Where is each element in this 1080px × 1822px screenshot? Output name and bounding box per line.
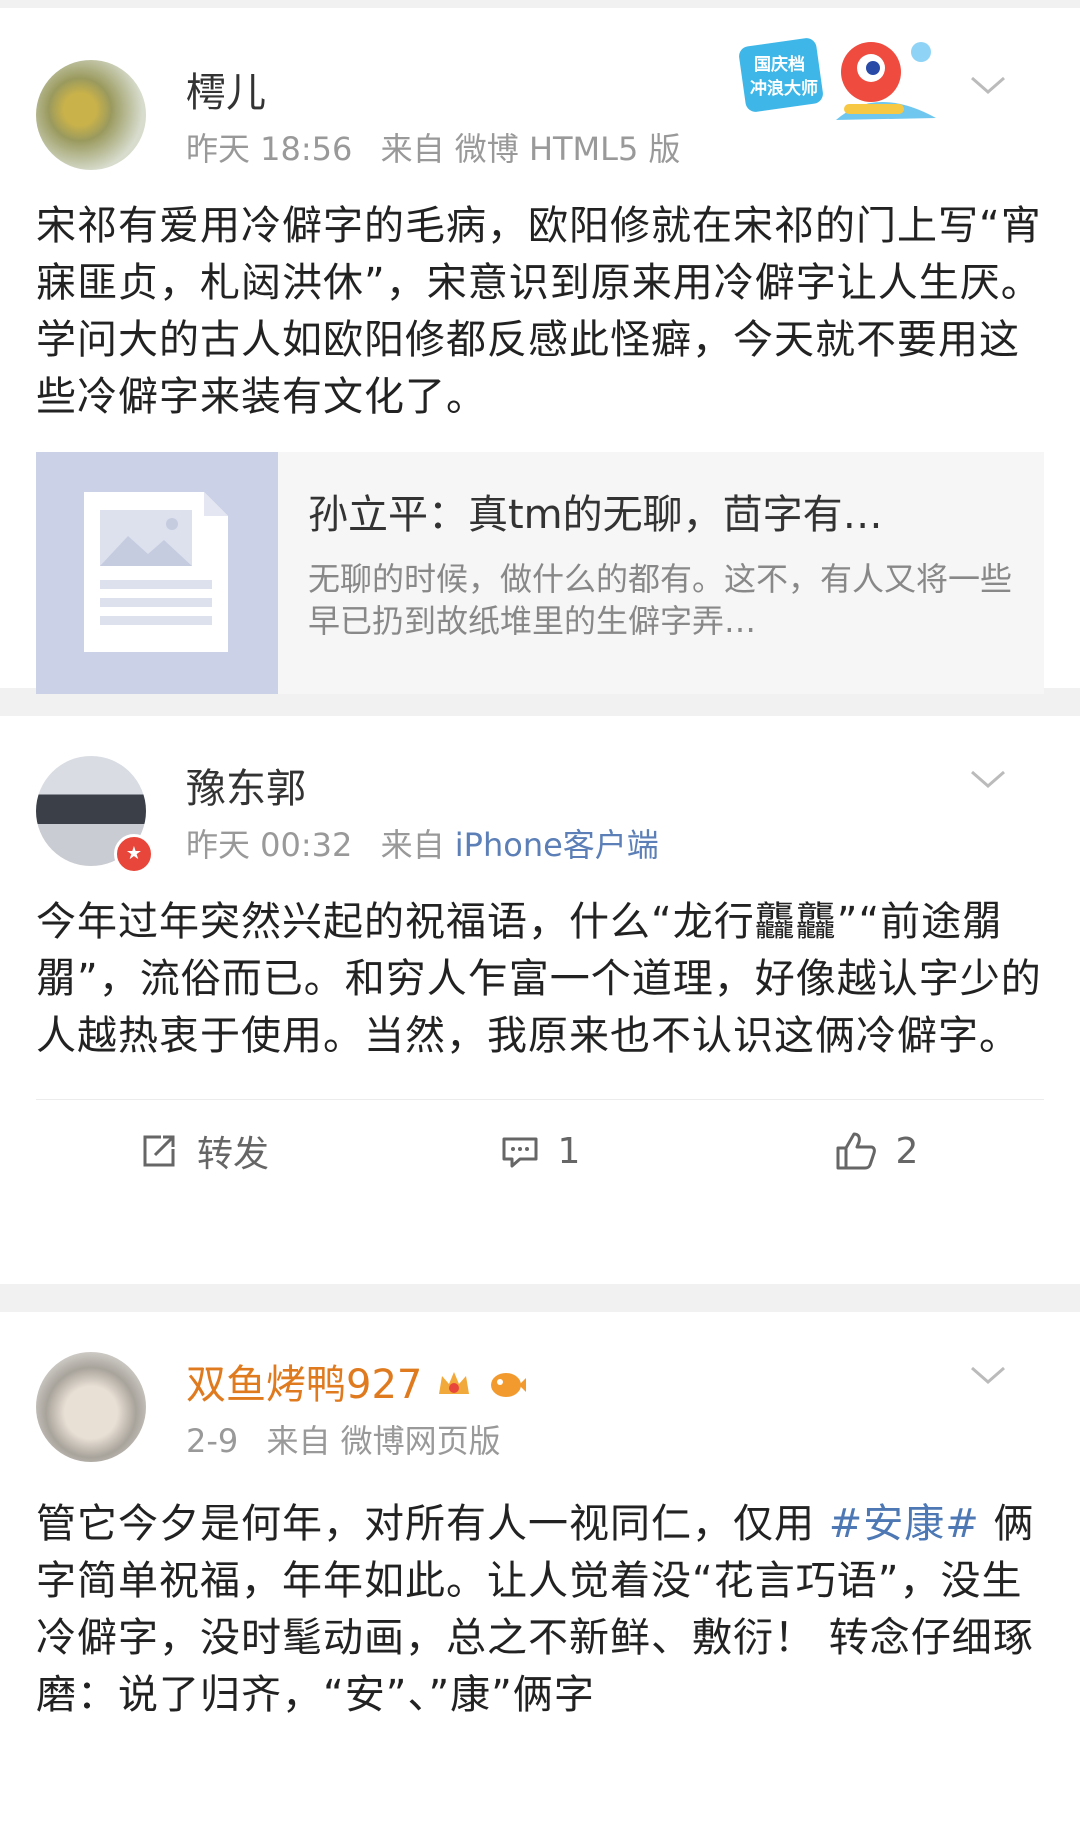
article-thumbnail [36, 452, 278, 694]
topic-hashtag-link[interactable]: #安康# [829, 1501, 980, 1547]
post-source: 微博网页版 [340, 1422, 501, 1460]
author-name[interactable]: 樗儿 [186, 60, 266, 118]
post-text: 今年过年突然兴起的祝福语，什么“龙行龘龘”“前途朤朤”，流俗而已。和穷人乍富一个… [36, 899, 1042, 1059]
post-meta: 昨天 00:32 来自 iPhone客户端 [186, 820, 659, 866]
like-button[interactable]: 2 [708, 1130, 1044, 1172]
author-name-text: 双鱼烤鸭927 [186, 1362, 423, 1408]
fish-badge-icon [490, 1373, 526, 1397]
post-text-part: 管它今夕是何年，对所有人一视同仁，仅用 [36, 1501, 815, 1547]
feed-gap [0, 0, 1080, 8]
post-time: 昨天 00:32 [186, 826, 353, 864]
post-time: 2-9 [186, 1422, 239, 1460]
post-text: 宋祁有爱用冷僻字的毛病，欧阳修就在宋祁的门上写“宵寐匪贞，札闼洪休”，宋意识到原… [36, 203, 1042, 420]
verified-badge-icon: ★ [114, 834, 154, 874]
like-count: 2 [895, 1130, 919, 1172]
post-header: ★ 豫东郭 昨天 00:32 来自 iPhone客户端 [36, 716, 1044, 874]
source-prefix: 来自 [380, 130, 445, 168]
link-card[interactable]: 孙立平：真tm的无聊，茴字有… 无聊的时候，做什么的都有。这不，有人又将一些早已… [36, 452, 1044, 694]
action-bar: 转发 1 2 [36, 1100, 1044, 1202]
post-time: 昨天 18:56 [186, 130, 353, 168]
svg-text:国庆档: 国庆档 [754, 54, 805, 75]
thumbs-up-icon [836, 1132, 876, 1170]
post-source[interactable]: iPhone客户端 [455, 826, 659, 864]
chevron-down-icon[interactable] [968, 70, 1008, 100]
crown-vip-icon [439, 1372, 470, 1394]
avatar[interactable] [36, 60, 146, 170]
source-prefix: 来自 [266, 1422, 331, 1460]
post-source: 微博 HTML5 版 [454, 130, 681, 168]
link-card-body: 孙立平：真tm的无聊，茴字有… 无聊的时候，做什么的都有。这不，有人又将一些早已… [278, 452, 1044, 694]
post-meta: 2-9 来自 微博网页版 [186, 1416, 501, 1462]
comment-button[interactable]: 1 [372, 1131, 708, 1172]
author-name[interactable]: 豫东郭 [186, 756, 306, 814]
chevron-down-icon[interactable] [968, 1360, 1008, 1390]
post-header: 樗儿 昨天 18:56 来自 微博 HTML5 版 国庆档 冲浪大师 [36, 8, 1044, 178]
post-card: 樗儿 昨天 18:56 来自 微博 HTML5 版 国庆档 冲浪大师 宋祁有爱用… [0, 8, 1080, 804]
article-icon [36, 452, 278, 694]
comment-count: 1 [557, 1130, 581, 1172]
comment-icon [502, 1137, 538, 1168]
repost-label: 转发 [196, 1134, 269, 1175]
post-card: 双鱼烤鸭927 2-9 来自 微博网页版 管它今夕是何年，对所有人一视同仁，仅用… [0, 1312, 1080, 1822]
repost-button[interactable]: 转发 [36, 1125, 372, 1177]
post-card: ★ 豫东郭 昨天 00:32 来自 iPhone客户端 今年过年突然兴起的祝福语… [0, 716, 1080, 1284]
national-day-promo-badge-icon[interactable]: 国庆档 冲浪大师 [736, 30, 956, 140]
post-text: 管它今夕是何年，对所有人一视同仁，仅用 #安康# 俩字简单祝福，年年如此。让人觉… [36, 1476, 1044, 1724]
link-card-title: 孙立平：真tm的无聊，茴字有… [308, 492, 883, 538]
chevron-down-icon[interactable] [968, 764, 1008, 794]
weibo-feed: 樗儿 昨天 18:56 来自 微博 HTML5 版 国庆档 冲浪大师 宋祁有爱用… [0, 0, 1080, 1822]
svg-text:冲浪大师: 冲浪大师 [750, 78, 818, 99]
source-prefix: 来自 [380, 826, 445, 864]
author-name[interactable]: 双鱼烤鸭927 [186, 1352, 526, 1410]
post-header: 双鱼烤鸭927 2-9 来自 微博网页版 [36, 1312, 1044, 1476]
repost-icon [143, 1135, 175, 1167]
avatar[interactable] [36, 1352, 146, 1462]
link-card-description: 无聊的时候，做什么的都有。这不，有人又将一些早已扔到故纸堆里的生僻字弄… [308, 560, 1013, 640]
feed-gap [0, 1284, 1080, 1312]
post-meta: 昨天 18:56 来自 微博 HTML5 版 [186, 124, 681, 170]
